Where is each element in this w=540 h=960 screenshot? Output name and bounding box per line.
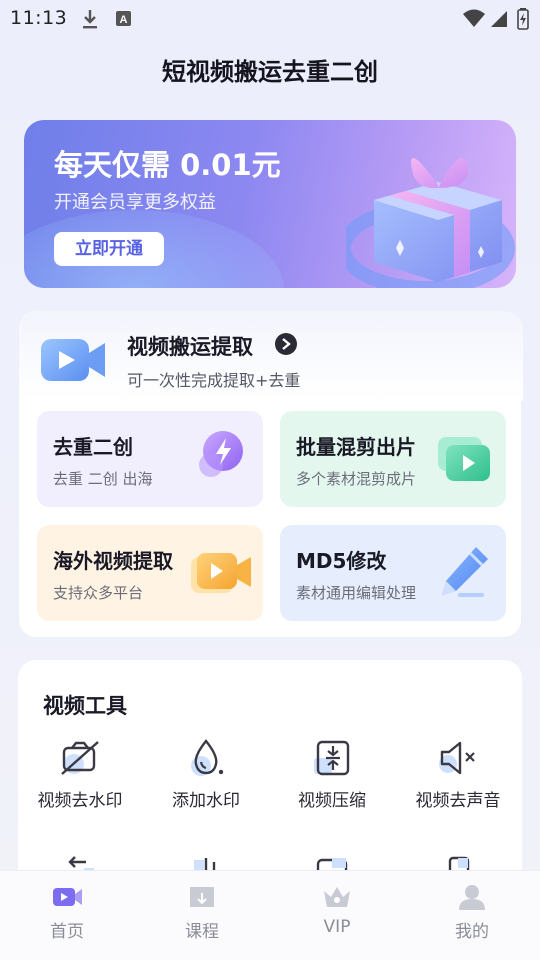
tool-label: 添加水印 [172, 791, 240, 811]
wifi-icon [462, 8, 486, 32]
video-extract-entry[interactable]: 视频搬运提取 可一次性完成提取+去重 [19, 311, 523, 401]
bottom-nav: 首页 课程 VIP 我的 [0, 870, 540, 960]
pencil-icon [436, 543, 492, 605]
gift-box-icon [337, 130, 516, 288]
extract-title: 视频搬运提取 [127, 335, 253, 359]
status-bar: 11:13 A [0, 0, 540, 38]
nav-course[interactable]: 课程 [152, 883, 252, 949]
battery-charging-icon [517, 8, 529, 34]
nav-vip[interactable]: VIP [287, 883, 387, 949]
page-title: 短视频搬运去重二创 [162, 58, 378, 86]
compress-icon [314, 740, 350, 776]
tool-add-watermark[interactable]: 添加水印 [146, 738, 266, 811]
feature-subtitle: 去重 二创 出海 [53, 470, 153, 488]
svg-text:A: A [120, 14, 128, 26]
tool-compress-video[interactable]: 视频压缩 [272, 738, 392, 811]
tools-title: 视频工具 [43, 694, 127, 718]
nav-home[interactable]: 首页 [17, 883, 117, 949]
a-keyboard-icon: A [115, 8, 133, 32]
banner-title: 每天仅需 0.01元 [54, 148, 281, 182]
lightning-icon [195, 429, 245, 485]
chevron-right-icon [275, 333, 297, 355]
dedupe-remix-card[interactable]: 去重二创 去重 二创 出海 [37, 411, 263, 507]
nav-label: 我的 [455, 922, 489, 942]
tool-label: 视频去声音 [415, 791, 501, 811]
nav-label: 首页 [50, 922, 84, 942]
feature-title: 海外视频提取 [53, 549, 173, 573]
activate-now-button[interactable]: 立即开通 [54, 232, 164, 266]
tool-label: 视频压缩 [298, 791, 366, 811]
nav-profile[interactable]: 我的 [422, 883, 522, 949]
play-icon [436, 435, 494, 489]
feature-title: MD5修改 [296, 549, 387, 573]
tool-label: 视频去水印 [37, 791, 123, 811]
user-icon [459, 885, 485, 910]
feature-title: 批量混剪出片 [296, 435, 416, 459]
vip-promo-banner[interactable]: 每天仅需 0.01元 开通会员享更多权益 立即开通 [24, 120, 516, 288]
download-icon [80, 8, 100, 34]
water-drop-icon [191, 739, 224, 776]
crown-icon [324, 887, 350, 907]
feature-subtitle: 支持众多平台 [53, 584, 144, 602]
batch-remix-card[interactable]: 批量混剪出片 多个素材混剪成片 [280, 411, 506, 507]
camera-off-icon [61, 741, 99, 775]
video-camera-icon [189, 551, 253, 601]
nav-label: 课程 [185, 922, 219, 942]
mute-icon [439, 741, 475, 775]
extract-subtitle: 可一次性完成提取+去重 [127, 371, 301, 390]
tool-remove-watermark[interactable]: 视频去水印 [20, 738, 140, 811]
video-camera-icon [39, 335, 107, 389]
tool-mute-video[interactable]: 视频去声音 [398, 738, 518, 811]
home-video-icon [53, 888, 82, 906]
feature-subtitle: 多个素材混剪成片 [296, 470, 417, 488]
feature-subtitle: 素材通用编辑处理 [296, 584, 417, 602]
book-icon [190, 887, 214, 907]
overseas-extract-card[interactable]: 海外视频提取 支持众多平台 [37, 525, 263, 621]
md5-modify-card[interactable]: MD5修改 素材通用编辑处理 [280, 525, 506, 621]
signal-icon [490, 8, 508, 32]
nav-label: VIP [323, 917, 351, 937]
status-time: 11:13 [10, 7, 68, 29]
feature-title: 去重二创 [53, 435, 133, 459]
banner-subtitle: 开通会员享更多权益 [54, 192, 216, 213]
main-feature-card: 视频搬运提取 可一次性完成提取+去重 去重二创 去重 二创 出海 批量混剪出片 … [18, 310, 523, 638]
